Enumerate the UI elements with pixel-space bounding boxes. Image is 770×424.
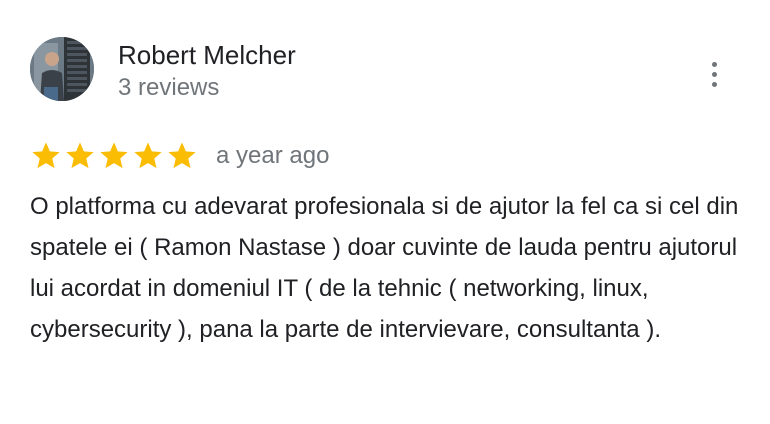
- review-card: Robert Melcher 3 reviews a year ago O pl…: [0, 0, 770, 424]
- reviewer-name[interactable]: Robert Melcher: [118, 38, 296, 72]
- star-icon: [64, 140, 96, 172]
- star-icon: [166, 140, 198, 172]
- reviewer-review-count[interactable]: 3 reviews: [118, 72, 296, 104]
- star-icon: [30, 140, 62, 172]
- more-options-button[interactable]: [702, 56, 726, 92]
- star-icon: [98, 140, 130, 172]
- rating-row: a year ago: [30, 138, 329, 174]
- more-vert-icon: [711, 61, 717, 67]
- review-date: a year ago: [216, 142, 330, 169]
- review-text: O platforma cu adevarat profesionala si …: [30, 193, 739, 343]
- avatar-photo-icon: [30, 37, 94, 101]
- star-rating: [30, 140, 198, 172]
- star-icon: [132, 140, 164, 172]
- reviewer-info: Robert Melcher 3 reviews: [118, 38, 296, 104]
- reviewer-avatar[interactable]: [30, 37, 94, 101]
